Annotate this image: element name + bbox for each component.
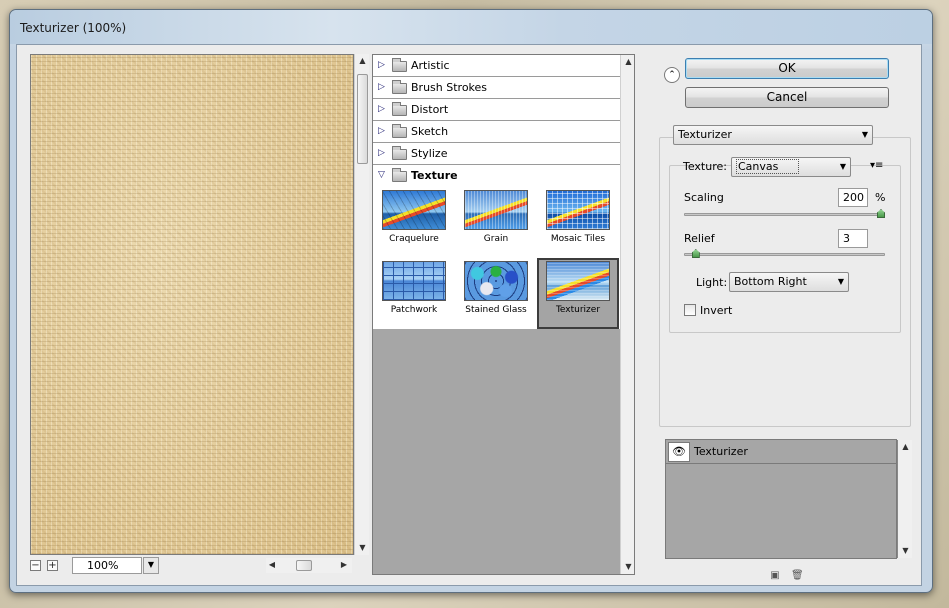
filter-select[interactable]: Texturizer ▼: [673, 125, 873, 145]
category-label: Artistic: [411, 59, 450, 72]
patchwork-preview-image: [382, 261, 446, 301]
stained-glass-preview-image: [464, 261, 528, 301]
category-label: Sketch: [411, 125, 449, 138]
scaling-label: Scaling: [684, 191, 724, 204]
category-sketch[interactable]: ▷ Sketch: [373, 121, 620, 143]
filter-thumb-label: Craquelure: [389, 234, 439, 244]
folder-icon: [392, 58, 407, 72]
light-label: Light:: [696, 276, 728, 289]
panel-menu-icon[interactable]: ▾≡: [870, 160, 883, 171]
effect-layer-label: Texturizer: [694, 445, 748, 458]
category-label: Texture: [411, 169, 458, 182]
category-list-scrollbar[interactable]: ▲ ▼: [620, 55, 634, 574]
window-title: Texturizer (100%): [20, 21, 127, 35]
zoom-level-value: 100%: [87, 559, 119, 572]
filter-thumb-grain[interactable]: Grain: [455, 187, 537, 258]
preview-vertical-scrollbar[interactable]: ▲ ▼: [354, 54, 369, 555]
filter-thumb-stained-glass[interactable]: Stained Glass: [455, 258, 537, 329]
folder-icon: [392, 80, 407, 94]
filter-category-list: ▷ Artistic ▷ Brush Strokes ▷ Distort ▷ S…: [372, 54, 635, 575]
effect-layers-list: 👁 Texturizer ▲ ▼: [665, 439, 912, 559]
scaling-unit: %: [875, 191, 886, 204]
zoom-dropdown-arrow-icon[interactable]: ▼: [143, 557, 159, 574]
triangle-right-icon[interactable]: ▷: [378, 121, 385, 142]
scroll-down-arrow-icon[interactable]: ▼: [898, 544, 913, 558]
scroll-left-arrow-icon[interactable]: ◀: [266, 558, 278, 572]
chevron-down-icon: ▼: [839, 162, 846, 171]
preview-scroll-thumb[interactable]: [357, 74, 368, 164]
texturizer-preview-image: [546, 261, 610, 301]
category-texture[interactable]: ▽ Texture: [373, 165, 620, 187]
zoom-in-button[interactable]: +: [47, 560, 58, 571]
category-stylize[interactable]: ▷ Stylize: [373, 143, 620, 165]
category-brush-strokes[interactable]: ▷ Brush Strokes: [373, 77, 620, 99]
zoom-level-field[interactable]: 100%: [72, 557, 142, 574]
texture-label: Texture:: [683, 160, 727, 173]
scaling-value-field[interactable]: 200: [838, 188, 868, 207]
scroll-down-arrow-icon[interactable]: ▼: [355, 541, 370, 555]
preview-hscroll-thumb[interactable]: [296, 560, 312, 571]
chevron-down-icon: ▼: [861, 130, 868, 139]
filter-thumb-craquelure[interactable]: Craquelure: [373, 187, 455, 258]
preview-zoom-bar: − + 100% ▼ ◀ ▶: [30, 557, 370, 575]
effect-layer-row[interactable]: 👁 Texturizer: [666, 440, 896, 464]
filter-thumb-patchwork[interactable]: Patchwork: [373, 258, 455, 329]
triangle-right-icon[interactable]: ▷: [378, 143, 385, 164]
category-label: Stylize: [411, 147, 448, 160]
preview-canvas[interactable]: [30, 54, 354, 555]
triangle-right-icon[interactable]: ▷: [378, 55, 385, 76]
texture-filter-thumbnails: Craquelure Grain Mosaic Tiles Patchwork …: [373, 187, 620, 329]
relief-value-field[interactable]: 3: [838, 229, 868, 248]
trash-icon[interactable]: 🗑: [791, 570, 804, 582]
filter-thumb-label: Mosaic Tiles: [550, 234, 606, 244]
double-chevron-up-icon[interactable]: ⌃: [664, 67, 680, 83]
texture-select[interactable]: Canvas ▼: [731, 157, 851, 177]
category-label: Brush Strokes: [411, 81, 488, 94]
folder-icon: [392, 102, 407, 116]
filter-thumb-mosaic-tiles[interactable]: Mosaic Tiles: [537, 187, 619, 258]
category-artistic[interactable]: ▷ Artistic: [373, 55, 620, 77]
scaling-slider-track[interactable]: [684, 213, 885, 216]
filter-thumb-label: Patchwork: [390, 305, 438, 315]
scroll-up-arrow-icon[interactable]: ▲: [355, 54, 370, 68]
category-label: Distort: [411, 103, 449, 116]
folder-open-icon: [392, 168, 407, 182]
ok-button[interactable]: OK: [685, 58, 889, 79]
light-select-value: Bottom Right: [734, 275, 807, 288]
folder-icon: [392, 124, 407, 138]
light-select[interactable]: Bottom Right ▼: [729, 272, 849, 292]
chevron-down-icon: ▼: [837, 277, 844, 286]
relief-label: Relief: [684, 232, 715, 245]
invert-checkbox[interactable]: [684, 304, 696, 316]
category-distort[interactable]: ▷ Distort: [373, 99, 620, 121]
layers-scrollbar[interactable]: ▲ ▼: [897, 440, 912, 558]
cancel-button[interactable]: Cancel: [685, 87, 889, 108]
craquelure-preview-image: [382, 190, 446, 230]
mosaic-tiles-preview-image: [546, 190, 610, 230]
eye-icon[interactable]: 👁: [668, 442, 690, 462]
triangle-right-icon[interactable]: ▷: [378, 99, 385, 120]
triangle-right-icon[interactable]: ▷: [378, 77, 385, 98]
filter-thumb-label: Texturizer: [555, 305, 601, 315]
invert-label: Invert: [700, 304, 733, 317]
title-bar[interactable]: Texturizer (100%): [10, 10, 932, 44]
filter-thumb-texturizer[interactable]: Texturizer: [537, 258, 619, 329]
new-effect-layer-icon[interactable]: ▣: [769, 570, 781, 582]
scroll-right-arrow-icon[interactable]: ▶: [338, 558, 350, 572]
zoom-out-button[interactable]: −: [30, 560, 41, 571]
scroll-up-arrow-icon[interactable]: ▲: [898, 440, 913, 454]
grain-preview-image: [464, 190, 528, 230]
triangle-down-icon[interactable]: ▽: [378, 165, 385, 186]
filter-thumb-label: Stained Glass: [465, 305, 527, 315]
scroll-up-arrow-icon[interactable]: ▲: [621, 55, 634, 69]
filter-gallery-window: Texturizer (100%) ▲ ▼ − + 100% ▼ ◀ ▶ ▷ A…: [9, 9, 933, 593]
texture-select-value: Canvas: [736, 159, 800, 174]
preview-horizontal-scrollbar[interactable]: ◀ ▶: [266, 558, 352, 573]
folder-icon: [392, 146, 407, 160]
relief-slider-track[interactable]: [684, 253, 885, 256]
dialog-client: ▲ ▼ − + 100% ▼ ◀ ▶ ▷ Artistic ▷ Brush St…: [16, 44, 922, 586]
scroll-down-arrow-icon[interactable]: ▼: [621, 560, 634, 574]
filter-select-value: Texturizer: [678, 128, 732, 141]
filter-thumb-label: Grain: [483, 234, 509, 244]
